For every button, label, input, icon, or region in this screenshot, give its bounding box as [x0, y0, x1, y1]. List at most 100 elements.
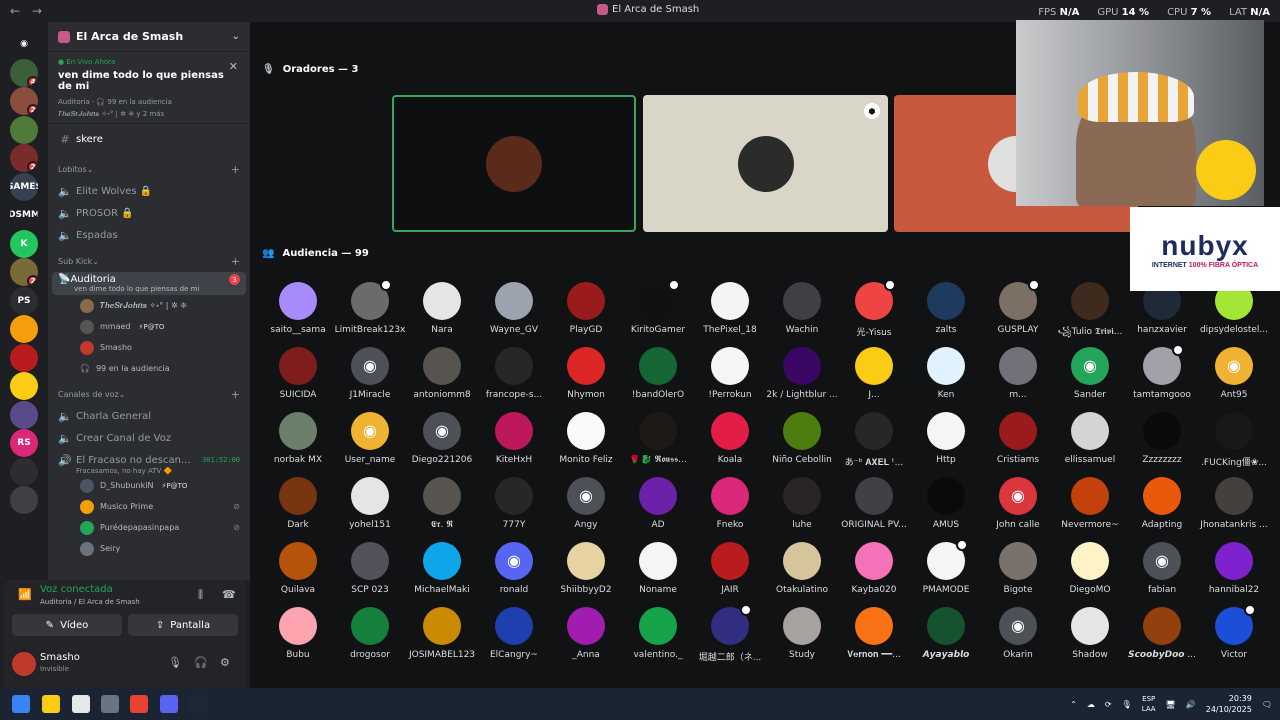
audience-member[interactable]: Quilava — [262, 542, 334, 604]
server-icon[interactable] — [10, 315, 38, 343]
audience-member[interactable]: Nara — [406, 282, 478, 344]
audience-member[interactable]: Cristiams — [982, 412, 1054, 474]
audience-member[interactable]: ◉ John calle — [982, 477, 1054, 539]
audience-member[interactable]: ShiibbyyD2 — [550, 542, 622, 604]
discord-home-icon[interactable]: ◉ — [10, 30, 38, 58]
server-icon[interactable]: K — [10, 229, 38, 258]
audience-member[interactable]: 𝘼𝙮𝙖𝙮𝙖𝙗𝙡𝙤 — [910, 607, 982, 669]
server-icon[interactable]: 4 — [10, 58, 38, 87]
audience-member[interactable]: Jhonatankris ... — [1198, 477, 1270, 539]
audience-member[interactable]: ORIGINAL PV... — [838, 477, 910, 539]
voice-channel[interactable]: 🔈 PROSOR 🔒 — [48, 202, 250, 224]
audience-member[interactable]: ◉ Okarin — [982, 607, 1054, 669]
audience-member[interactable]: Wachin — [766, 282, 838, 344]
audience-member[interactable]: Adapting — [1126, 477, 1198, 539]
audience-member[interactable]: AD — [622, 477, 694, 539]
screen-share-button[interactable]: ⇪ Pantalla — [128, 614, 238, 636]
audience-member[interactable]: J... — [838, 347, 910, 409]
audience-member[interactable]: Otakulatino — [766, 542, 838, 604]
audience-member[interactable]: 𝕰𝖗. 𝕽 — [406, 477, 478, 539]
audience-member[interactable]: saito__sama — [262, 282, 334, 344]
soundboard-icon[interactable]: ⫼ — [198, 588, 203, 602]
steam-icon[interactable] — [189, 695, 207, 713]
headphones-icon[interactable]: 🎧 — [194, 656, 208, 669]
category-1[interactable]: Sub Kick ⌄ + — [48, 250, 250, 272]
audience-member[interactable]: Zzzzzzzz — [1126, 412, 1198, 474]
server-header[interactable]: El Arca de Smash ⌄ — [48, 22, 250, 52]
category-0[interactable]: Lobitos ⌄ + — [48, 158, 250, 180]
audience-member[interactable]: Monito Feliz — [550, 412, 622, 474]
settings-icon[interactable]: ⚙ — [220, 656, 230, 669]
audience-member[interactable]: Bubu — [262, 607, 334, 669]
voice-status[interactable]: Voz conectada — [40, 584, 113, 595]
audience-member[interactable]: Niño Cebollin — [766, 412, 838, 474]
user-name[interactable]: Smasho — [40, 652, 80, 663]
audience-member[interactable]: PlayGD — [550, 282, 622, 344]
audience-member[interactable]: ◉ Ant95 — [1198, 347, 1270, 409]
audience-member[interactable]: valentino._ — [622, 607, 694, 669]
audience-member[interactable]: dipsydelostel... — [1198, 282, 1270, 344]
server-icon[interactable] — [10, 372, 38, 400]
audience-member[interactable]: KiritoGamer — [622, 279, 694, 344]
audience-member[interactable]: !bandOlerO — [622, 347, 694, 409]
volume-icon[interactable]: 🔊 — [1186, 700, 1196, 709]
speaker-tile[interactable]: ⬢ — [643, 95, 888, 232]
audience-member[interactable]: KiteHxH — [478, 412, 550, 474]
stage-audience-count[interactable]: 🎧 99 en la audiencia — [48, 358, 250, 379]
audience-member[interactable]: drogosor — [334, 607, 406, 669]
audience-member[interactable]: ◉ Sander — [1054, 347, 1126, 409]
back-arrow-icon[interactable]: ← — [10, 4, 20, 18]
audience-member[interactable]: Koala — [694, 412, 766, 474]
stage-channel-auditoria[interactable]: 📡 Auditoria 3 ven dime todo lo que piensas… — [52, 272, 246, 295]
microphone-icon[interactable]: 🎙 — [168, 656, 182, 669]
audience-member[interactable]: 光-Yisus — [838, 279, 910, 344]
tray-sync-icon[interactable]: ⟳ — [1105, 700, 1112, 709]
stage-member[interactable]: 𝑻𝒉𝒆𝑺𝒓𝑱𝒐𝒉𝒏𝒔 ✧˖° | ✲ ❈ — [48, 295, 250, 316]
audience-member[interactable]: _Anna — [550, 607, 622, 669]
add-channel-icon[interactable]: + — [231, 163, 240, 176]
audience-member[interactable]: DiegoMO — [1054, 542, 1126, 604]
audience-member[interactable]: francope-s... — [478, 347, 550, 409]
voice-channel[interactable]: 🔈 Elite Wolves 🔒 — [48, 180, 250, 202]
audience-member[interactable]: MichaelMaki — [406, 542, 478, 604]
audience-member[interactable]: ◉ J1Miracle — [334, 347, 406, 409]
audience-member[interactable]: ꧁Tulio 𝕿𝖗𝖎𝖛𝖎... — [1054, 282, 1126, 344]
language-indicator[interactable]: ESP LAA — [1142, 694, 1156, 714]
audience-member[interactable]: PMAMODE — [910, 539, 982, 604]
live-stage-card[interactable]: ● En Vivo Ahora ven dime todo lo que pie… — [48, 52, 250, 124]
audience-member[interactable]: hanzxavier — [1126, 282, 1198, 344]
audience-member[interactable]: AMUS — [910, 477, 982, 539]
audience-member[interactable]: Wayne_GV — [478, 282, 550, 344]
windows-start-icon[interactable] — [12, 695, 30, 713]
discord-icon[interactable] — [160, 695, 178, 713]
audience-member[interactable]: SUICIDA — [262, 347, 334, 409]
network-icon[interactable]: 🖥 — [1166, 700, 1176, 709]
audience-member[interactable]: zalts — [910, 282, 982, 344]
add-channel-icon[interactable]: + — [231, 388, 240, 401]
server-icon[interactable]: RS — [10, 429, 38, 457]
audience-member[interactable]: 2k / Lightblur ... — [766, 347, 838, 409]
audience-member[interactable]: Noname — [622, 542, 694, 604]
audience-member[interactable]: Dark — [262, 477, 334, 539]
add-channel-icon[interactable]: + — [231, 255, 240, 268]
audience-member[interactable]: 777Y — [478, 477, 550, 539]
audience-member[interactable]: Study — [766, 607, 838, 669]
stage-member[interactable]: mmaed ⚡P@TO — [48, 316, 250, 337]
server-icon[interactable]: GAMES — [10, 172, 38, 201]
notification-icon[interactable]: 🗨 — [1262, 700, 1272, 709]
audience-member[interactable]: .FUCKing僵❀... — [1198, 412, 1270, 474]
audience-member[interactable]: Ken — [910, 347, 982, 409]
server-icon[interactable] — [10, 486, 38, 514]
audience-member[interactable]: JAIR — [694, 542, 766, 604]
audience-member[interactable]: SCP 023 — [334, 542, 406, 604]
audience-member[interactable]: hannibal22 — [1198, 542, 1270, 604]
audience-member[interactable]: ◉ ronald — [478, 542, 550, 604]
voice-member[interactable]: Purédepapasinpapa ⊘ — [48, 517, 250, 538]
category-voice[interactable]: Canales de voz ⌄ + — [48, 383, 250, 405]
voice-channel[interactable]: 🔈 Espadas — [48, 224, 250, 246]
audience-member[interactable]: tamtamgooo — [1126, 344, 1198, 409]
server-icon[interactable]: PS — [10, 286, 38, 315]
audience-member[interactable]: 𝐕𝐞𝐫𝐧𝐨𝐧 ━━... — [838, 607, 910, 669]
voice-member[interactable]: D_ShubunkiN ⚡P@TO — [48, 475, 250, 496]
app-icon[interactable] — [101, 695, 119, 713]
